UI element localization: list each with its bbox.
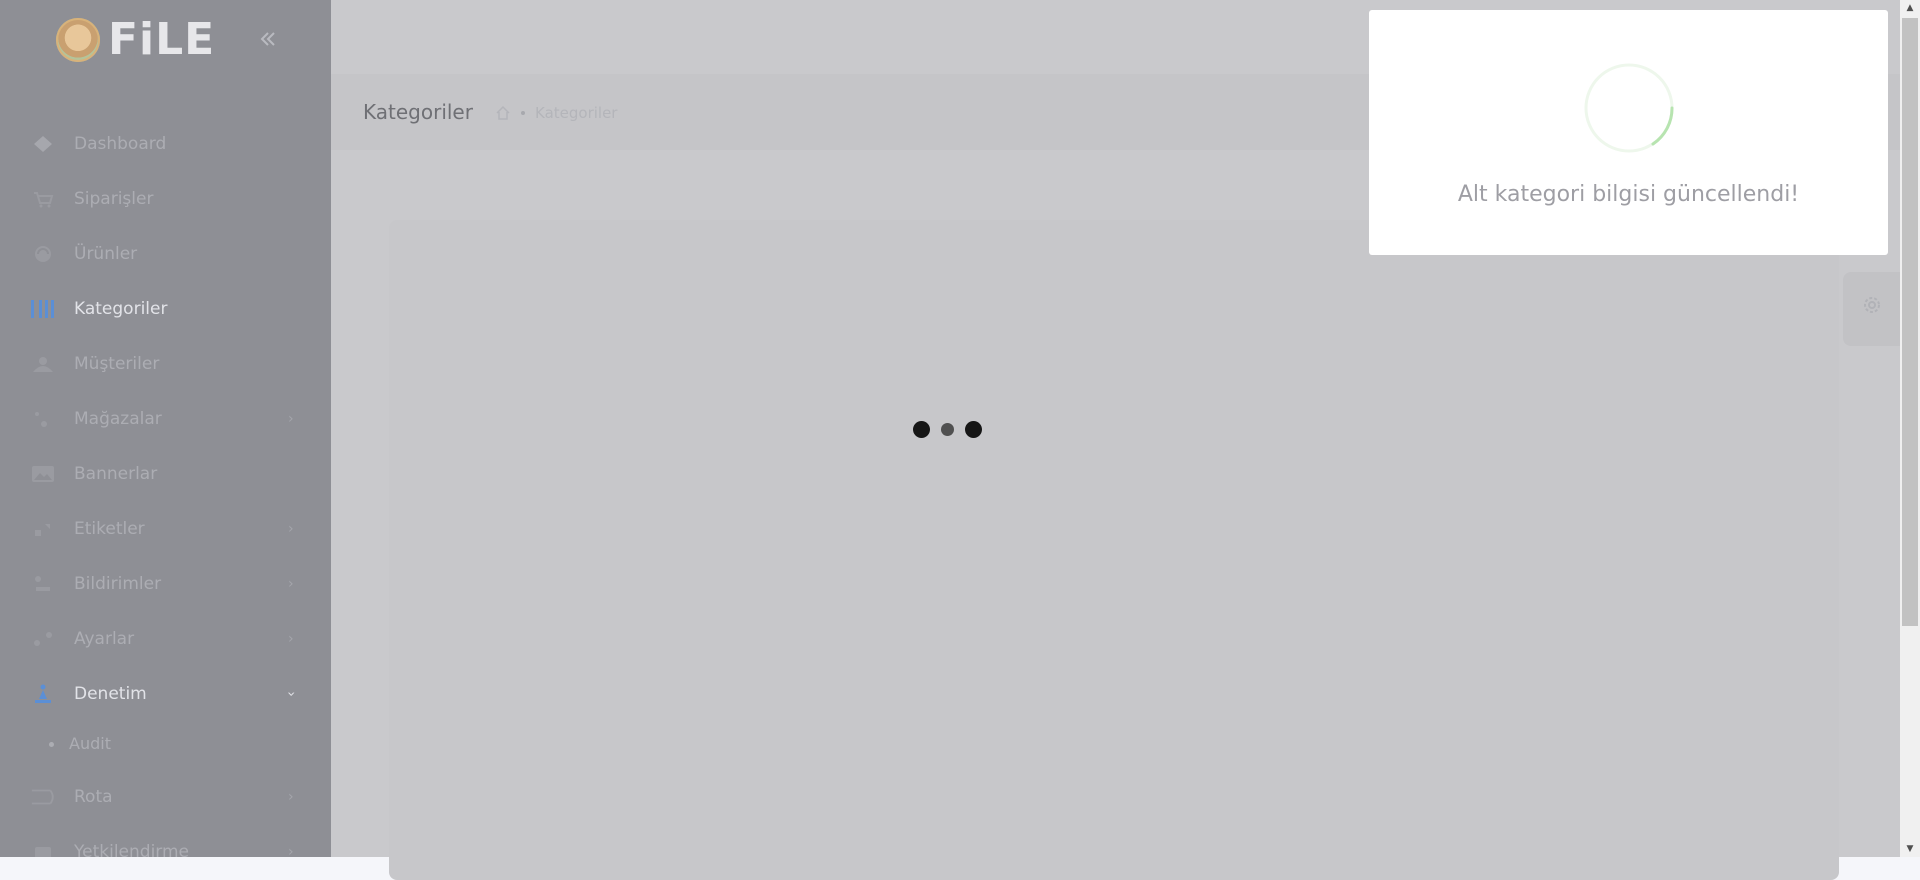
scrollbar-thumb[interactable] xyxy=(1902,18,1918,626)
gear-icon xyxy=(1864,297,1880,313)
sidebar-item-orders[interactable]: Siparişler xyxy=(0,171,331,226)
dashboard-icon xyxy=(30,134,56,154)
brand-name: FiLE xyxy=(108,14,216,65)
sidebar-item-label: Müşteriler xyxy=(74,353,160,374)
sidebar-item-products[interactable]: Ürünler xyxy=(0,226,331,281)
stores-icon xyxy=(30,409,56,429)
breadcrumb-current: Kategoriler xyxy=(535,104,618,122)
notifications-icon xyxy=(30,574,56,594)
collapse-sidebar-button[interactable] xyxy=(256,28,280,52)
sidebar-item-settings[interactable]: Ayarlar › xyxy=(0,611,331,666)
sidebar-subitem-audit[interactable]: Audit xyxy=(0,721,331,769)
sidebar-item-authorization[interactable]: Yetkilendirme › xyxy=(0,824,331,857)
sidebar-item-label: Etiketler xyxy=(74,518,145,539)
home-icon[interactable] xyxy=(495,105,511,121)
sidebar-item-tags[interactable]: Etiketler › xyxy=(0,501,331,556)
chevron-right-icon: › xyxy=(288,630,294,647)
sidebar-item-notifications[interactable]: Bildirimler › xyxy=(0,556,331,611)
double-chevron-left-icon xyxy=(260,32,275,46)
loading-dot xyxy=(965,421,982,438)
scroll-down-arrow-icon[interactable]: ▼ xyxy=(1900,841,1920,857)
sidebar-item-label: Ürünler xyxy=(74,243,138,264)
success-toast: Alt kategori bilgisi güncellendi! xyxy=(1369,10,1888,255)
loading-dot xyxy=(941,423,954,436)
chevron-right-icon: › xyxy=(288,410,294,427)
products-icon xyxy=(30,244,56,264)
banner-icon xyxy=(30,464,56,484)
sidebar-item-banners[interactable]: Bannerlar xyxy=(0,446,331,501)
chevron-right-icon: › xyxy=(288,575,294,592)
sidebar-subitem-label: Audit xyxy=(69,734,111,753)
vertical-scrollbar[interactable]: ▲ ▼ xyxy=(1900,0,1920,857)
sidebar-item-label: Mağazalar xyxy=(74,408,162,429)
chevron-right-icon: › xyxy=(288,788,294,805)
sidebar-item-label: Denetim xyxy=(74,683,147,704)
sidebar-item-label: Kategoriler xyxy=(74,298,168,319)
sidebar-item-customers[interactable]: Müşteriler xyxy=(0,336,331,391)
content-card xyxy=(389,220,1839,880)
loading-spinner-icon xyxy=(1584,63,1674,153)
loading-dots xyxy=(913,421,993,438)
authorization-icon xyxy=(30,842,56,857)
customers-icon xyxy=(30,354,56,374)
sidebar-item-label: Siparişler xyxy=(74,188,154,209)
tags-icon xyxy=(30,519,56,539)
sidebar-item-stores[interactable]: Mağazalar › xyxy=(0,391,331,446)
settings-panel-toggle[interactable] xyxy=(1843,272,1900,346)
sidebar-item-categories[interactable]: Kategoriler xyxy=(0,281,331,336)
sidebar-menu: Dashboard Siparişler Ürünler Kategoriler… xyxy=(0,116,331,857)
categories-icon xyxy=(30,299,56,319)
sidebar-item-label: Rota xyxy=(74,786,113,807)
sidebar-item-label: Yetkilendirme xyxy=(74,841,189,858)
sidebar-item-route[interactable]: Rota › xyxy=(0,769,331,824)
sidebar-item-audit[interactable]: Denetim › xyxy=(0,666,331,721)
chevron-down-icon: › xyxy=(282,690,299,697)
breadcrumb: Kategoriler xyxy=(495,104,617,122)
chevron-right-icon: › xyxy=(288,843,294,858)
logo-badge-icon xyxy=(56,18,100,62)
audit-icon xyxy=(30,684,56,704)
sidebar-item-label: Dashboard xyxy=(74,133,167,154)
sidebar-item-label: Bildirimler xyxy=(74,573,162,594)
brand-logo[interactable]: FiLE xyxy=(56,18,215,62)
settings-icon xyxy=(30,629,56,649)
sidebar: FiLE Dashboard Siparişler Ürünler Katego… xyxy=(0,0,331,857)
chevron-right-icon: › xyxy=(288,520,294,537)
bullet-icon xyxy=(49,742,54,747)
toast-message: Alt kategori bilgisi güncellendi! xyxy=(1457,182,1800,207)
route-icon xyxy=(30,787,56,807)
sidebar-item-label: Bannerlar xyxy=(74,463,158,484)
scroll-up-arrow-icon[interactable]: ▲ xyxy=(1900,0,1920,16)
breadcrumb-separator xyxy=(521,111,525,115)
sidebar-item-label: Ayarlar xyxy=(74,628,135,649)
sidebar-item-dashboard[interactable]: Dashboard xyxy=(0,116,331,171)
cart-icon xyxy=(30,189,56,209)
page-title: Kategoriler xyxy=(363,100,473,124)
loading-dot xyxy=(913,421,930,438)
